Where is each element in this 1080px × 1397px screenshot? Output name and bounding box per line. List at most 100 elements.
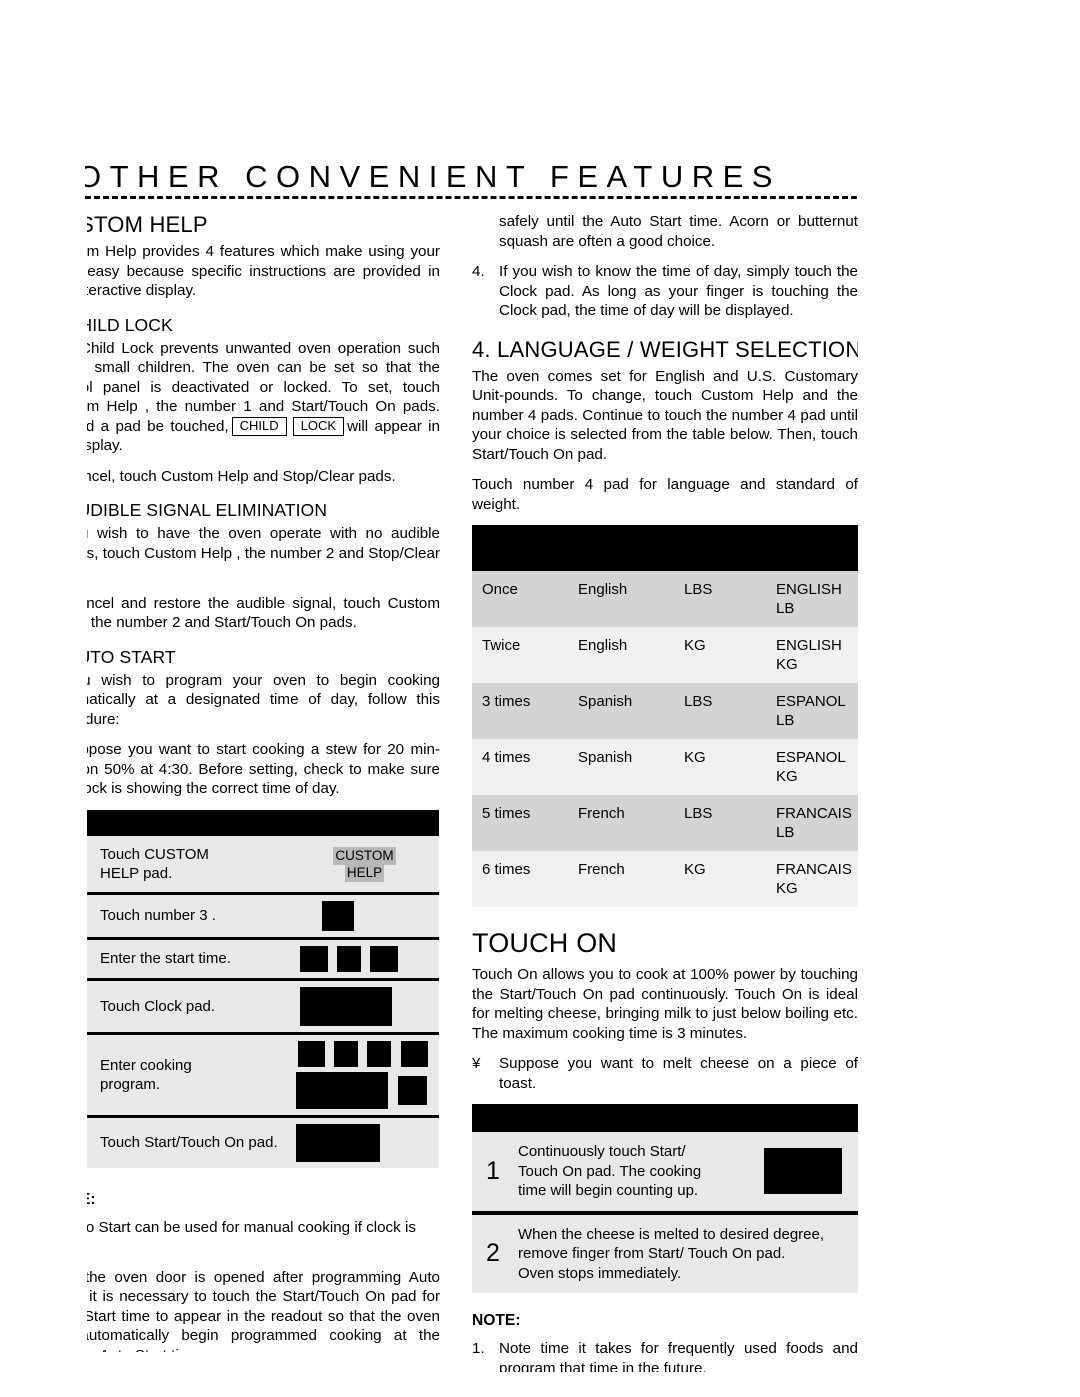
step-1-text: Touch CUSTOM HELP pad. [87, 835, 298, 893]
keypad-glyph [334, 1040, 359, 1067]
language-weight-table: Once English LBS ENGLISH LB Twice Englis… [472, 525, 858, 907]
cell-language: Spanish [568, 739, 674, 795]
cell-display: ENGLISH KG [766, 627, 858, 683]
carry-over-text: safely until the Auto Start time. Acorn … [499, 213, 858, 250]
table-row: 3 times Spanish LBS ESPANOL LB [472, 683, 858, 739]
touch-on-paragraph: Touch On allows you to cook at 100% powe… [472, 966, 858, 1042]
child-lock-cancel: To cancel, touch Custom Help and Stop/Cl… [87, 467, 396, 485]
start-touch-on-pad-glyph [764, 1148, 842, 1195]
child-lock-paragraph: The Child Lock prevents unwanted oven op… [87, 339, 440, 456]
step-1-pads: CUSTOM HELP [298, 835, 439, 893]
table-row: Once English LBS ENGLISH LB [472, 571, 858, 627]
cell-display: FRANCAIS KG [766, 851, 858, 907]
document-page: OTHER CONVENIENT FEATURES CUSTOM HELP Cu… [0, 0, 1080, 1397]
section-heading-language-weight: 4. LANGUAGE / WEIGHT SELECTION [472, 336, 858, 362]
cell-display: ESPANOL KG [766, 739, 858, 795]
step-4-pads [298, 977, 439, 1033]
touch-on-example: ¥ Suppose you want to melt cheese on a p… [472, 1054, 858, 1093]
cell-unit: KG [674, 627, 766, 683]
list-item: 1. Note time it takes for frequently use… [472, 1339, 858, 1372]
cell-language: Spanish [568, 683, 674, 739]
keypad-glyph [400, 1040, 428, 1067]
keypad-glyph [370, 945, 399, 972]
yen-bullet-icon: ¥ [472, 1055, 481, 1072]
cell-times: 5 times [472, 795, 568, 851]
list-item-number: 4. [472, 263, 485, 280]
left-note-heading: NOTE: [87, 1190, 96, 1208]
step-table-header-bar [87, 809, 439, 836]
cell-times: 3 times [472, 683, 568, 739]
step-number: 1 [472, 1132, 514, 1213]
step-5-pads [296, 1031, 439, 1116]
child-badge: CHILD [231, 416, 287, 436]
cell-times: Once [472, 571, 568, 627]
power-pad-glyph [296, 1071, 388, 1109]
keypad-glyph [398, 1075, 428, 1105]
keypad-glyph [298, 1040, 325, 1067]
cell-display: ESPANOL LB [766, 683, 858, 739]
step-text: When the cheese is melted to desired deg… [514, 1210, 858, 1293]
keypad-glyph [300, 945, 328, 972]
custom-pad-label: CUSTOM [333, 846, 396, 865]
audible-paragraph-2: To cancel and restore the audible signal… [87, 594, 440, 632]
table-row: Enter the start time. [87, 936, 439, 979]
cell-times: Twice [472, 627, 568, 683]
right-note-heading: NOTE: [472, 1312, 521, 1329]
table-row: 2 When the cheese is melted to desired d… [472, 1210, 858, 1293]
table-row: 4 times Spanish KG ESPANOL KG [472, 739, 858, 795]
keypad-glyph [367, 1040, 392, 1067]
start-touch-on-pad-glyph [296, 1123, 380, 1162]
left-column: CUSTOM HELP Custom Help provides 4 featu… [87, 212, 440, 1352]
table-row: Touch number 3 . [87, 891, 439, 938]
cell-language: French [568, 795, 674, 851]
touch-on-table-header-bar [472, 1104, 858, 1132]
table-row: 6 times French KG FRANCAIS KG [472, 851, 858, 907]
cell-unit: KG [674, 739, 766, 795]
list-item-text: If you wish to know the time of day, sim… [499, 263, 858, 319]
numbered-list-continued: 4. If you wish to know the time of day, … [472, 262, 858, 321]
audible-paragraph-1: If you wish to have the oven operate wit… [87, 525, 440, 562]
step-2-pads [298, 891, 439, 938]
cell-display: ENGLISH LB [766, 571, 858, 627]
step-pad [760, 1132, 858, 1213]
language-paragraph-1: The oven comes set for English and U.S. … [472, 367, 858, 463]
cell-language: French [568, 851, 674, 907]
step-6-text: Touch Start/Touch On pad. [87, 1114, 298, 1168]
right-column: safely until the Auto Start time. Acorn … [472, 212, 858, 1372]
table-row: 5 times French LBS FRANCAIS LB [472, 795, 858, 851]
subsection-heading-child-lock: 1. CHILD LOCK [87, 314, 173, 335]
auto-start-paragraph-1: If you wish to program your oven to begi… [87, 671, 440, 728]
section-heading-custom-help: CUSTOM HELP [87, 212, 208, 237]
left-note-item-2: 2. If the oven door is opened after prog… [87, 1268, 440, 1353]
cell-times: 6 times [472, 851, 568, 907]
page-bottom-fade [0, 1383, 1080, 1397]
subsection-heading-auto-start: 3. AUTO START [87, 646, 176, 667]
language-paragraph-2: Touch number 4 pad for language and stan… [472, 476, 858, 513]
touch-on-step-table: 1 Continuously touch Start/ Touch On pad… [472, 1104, 858, 1293]
left-note-item-1: 1. Auto Start can be used for manual coo… [87, 1218, 416, 1236]
step-2-text: Touch number 3 . [87, 891, 298, 938]
clock-pad-glyph [300, 986, 392, 1026]
touch-on-example-text: Suppose you want to melt cheese on a pie… [499, 1055, 858, 1092]
page-title: OTHER CONVENIENT FEATURES [85, 160, 781, 194]
auto-start-step-table: Touch CUSTOM HELP pad. CUSTOM HELP Touch… [87, 809, 439, 1168]
redacted-header [472, 1104, 858, 1132]
auto-start-paragraph-2: ¥ Suppose you want to start cooking a st… [87, 741, 440, 797]
table-row: Touch Clock pad. [87, 977, 439, 1033]
cell-unit: LBS [674, 571, 766, 627]
step-6-pads [296, 1114, 439, 1168]
cell-language: English [568, 571, 674, 627]
keypad-glyph [337, 945, 362, 972]
list-item-number: 1. [472, 1340, 485, 1357]
step-text: Continuously touch Start/ Touch On pad. … [514, 1132, 760, 1213]
cell-language: English [568, 627, 674, 683]
redacted-header [472, 525, 858, 571]
step-3-text: Enter the start time. [87, 936, 298, 979]
step-number: 2 [472, 1210, 514, 1293]
cell-unit: LBS [674, 795, 766, 851]
section-heading-touch-on: TOUCH ON [472, 928, 618, 958]
table-row: 1 Continuously touch Start/ Touch On pad… [472, 1132, 858, 1213]
custom-help-intro: Custom Help provides 4 features which ma… [87, 243, 440, 299]
right-note-list: 1. Note time it takes for frequently use… [472, 1339, 858, 1372]
table-row: Twice English KG ENGLISH KG [472, 627, 858, 683]
